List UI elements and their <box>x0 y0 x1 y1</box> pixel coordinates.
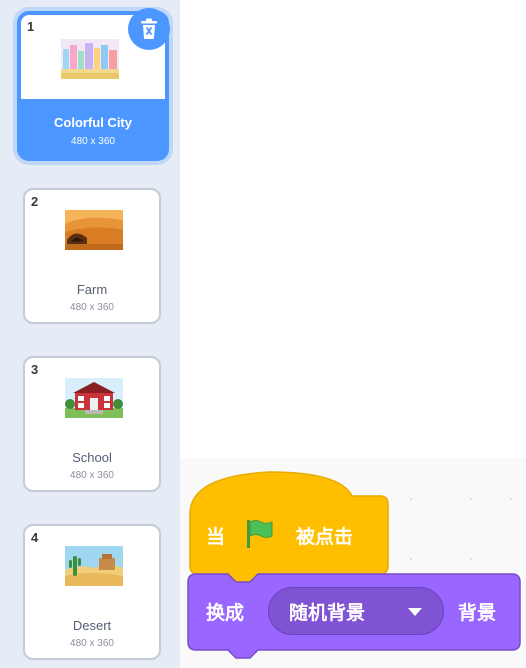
hat-block-prefix: 当 <box>206 527 226 548</box>
dropdown-value: 随机背景 <box>289 603 366 624</box>
chevron-down-icon <box>408 608 422 616</box>
hat-block-suffix: 被点击 <box>296 527 354 548</box>
switch-block-suffix: 背景 <box>458 603 497 624</box>
green-flag-icon <box>247 520 273 548</box>
backdrop-dropdown[interactable]: 随机背景 <box>268 587 444 635</box>
script-blocks <box>187 471 521 659</box>
switch-block-label: 换成 <box>206 603 245 624</box>
